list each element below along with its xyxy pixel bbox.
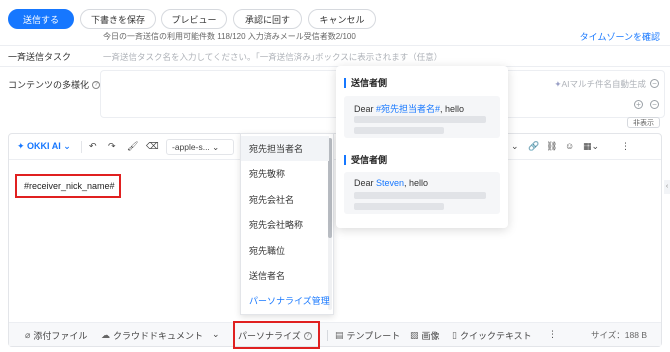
bulk-task-input[interactable]: 一斉送信タスク名を入力してください。｢一斉送信済み｣ボックスに表示されます（任意…	[103, 51, 442, 63]
paperclip-icon: ⌀	[25, 330, 31, 340]
dropdown-item[interactable]: 宛先会社略称	[241, 212, 329, 237]
dropdown-item[interactable]: 宛先会社名	[241, 187, 329, 212]
sender-side-title: 送信者側	[344, 78, 387, 88]
okki-ai-button[interactable]: ✦ OKKI AI ⌄	[17, 141, 71, 152]
format-painter-icon[interactable]: 🖌	[127, 141, 138, 152]
email-editor[interactable]: ✦ OKKI AI ⌄ ↶ ↷ 🖌 ⌫ -apple-s... ⌄ ⌄ 🔗 ⛓ …	[8, 133, 662, 347]
more-icon[interactable]: ⋮	[548, 329, 557, 340]
dropdown-item[interactable]: 宛先担当者名	[241, 136, 329, 161]
redo-icon[interactable]: ↷	[108, 141, 116, 152]
skeleton-line	[354, 116, 486, 123]
receiver-preview-card: Dear Steven, hello	[344, 172, 500, 214]
image-icon: ▨	[410, 330, 419, 340]
bulk-task-label: 一斉送信タスク	[8, 52, 72, 62]
help-icon[interactable]: ?	[92, 80, 101, 89]
skeleton-line	[354, 127, 444, 134]
chevron-down-icon: ⌄	[212, 142, 220, 152]
template-button[interactable]: ▤ テンプレート	[335, 329, 400, 342]
sparkle-icon: ✦	[17, 141, 28, 151]
unlink-icon[interactable]: ⛓	[546, 141, 557, 152]
dropdown-item[interactable]: 送信者名	[241, 263, 329, 288]
toolbar-divider	[81, 141, 82, 153]
clear-format-icon[interactable]: ⌫	[146, 141, 159, 152]
sender-preview-text: Dear #宛先担当者名#, hello	[354, 104, 465, 114]
dropdown-item[interactable]: 宛先敬称	[241, 161, 329, 186]
sender-preview-card: Dear #宛先担当者名#, hello	[344, 96, 500, 138]
receiver-nick-name-variable[interactable]: #receiver_nick_name#	[15, 174, 121, 198]
dropdown-item[interactable]: 宛先職位	[241, 238, 329, 263]
send-for-approval-button[interactable]: 承認に回す	[233, 9, 302, 29]
link-icon[interactable]: 🔗	[528, 141, 539, 152]
receiver-preview-text: Dear Steven, hello	[354, 178, 429, 188]
add-subject-icon[interactable]: +	[634, 100, 643, 109]
remove-subject-icon-2[interactable]: −	[650, 100, 659, 109]
divider	[0, 66, 670, 67]
table-icon[interactable]: ▦⌄	[583, 141, 599, 152]
collapse-arrow-icon[interactable]: ‹	[664, 180, 670, 194]
personalize-manage-link[interactable]: パーソナライズ管理	[241, 288, 330, 313]
font-family-select[interactable]: -apple-s... ⌄	[166, 139, 234, 155]
quick-text-button[interactable]: ▯ クイックテキスト	[452, 329, 532, 342]
quota-text: 今日の一斉送信の利用可能件数 118/120 入力済みメール受信者数2/100	[103, 32, 356, 41]
cloud-icon: ☁	[101, 330, 110, 340]
editor-bottom-bar: ⌀ 添付ファイル ☁ クラウドドキュメント ⌄ パーソナライズ? ▤ テンプレート ▨…	[9, 321, 661, 349]
email-size: サイズ：188 B	[591, 330, 647, 340]
receiver-side-title: 受信者側	[344, 155, 387, 165]
ai-subject-generate-button[interactable]: ✦AIマルチ件名自動生成	[554, 78, 646, 90]
undo-icon[interactable]: ↶	[89, 141, 97, 152]
timezone-link[interactable]: タイムゾーンを確認	[580, 30, 660, 43]
cloud-document-button[interactable]: ☁ クラウドドキュメント	[101, 329, 203, 342]
remove-subject-icon[interactable]: −	[650, 79, 659, 88]
chevron-down-icon: ⌄	[63, 141, 71, 151]
personalize-button[interactable]: パーソナライズ?	[238, 329, 312, 342]
action-bar: 送信する 下書きを保存 プレビュー 承認に回す キャンセル 今日の一斉送信の利用…	[0, 0, 670, 46]
attachment-button[interactable]: ⌀ 添付ファイル	[25, 329, 87, 342]
skeleton-line	[354, 192, 486, 199]
personalize-preview-popover: 送信者側 Dear #宛先担当者名#, hello 受信者側 Dear Stev…	[336, 66, 508, 228]
editor-toolbar: ✦ OKKI AI ⌄ ↶ ↷ 🖌 ⌫ -apple-s... ⌄ ⌄ 🔗 ⛓ …	[9, 134, 661, 160]
chevron-down-icon[interactable]: ⌄	[511, 141, 519, 152]
help-icon: ?	[303, 331, 312, 340]
preview-button[interactable]: プレビュー	[161, 9, 227, 29]
content-diversify-label: コンテンツの多様化 ?	[8, 78, 101, 91]
emoji-icon[interactable]: ☺	[565, 141, 574, 151]
chevron-down-icon[interactable]: ⌄	[212, 329, 220, 340]
quick-text-icon: ▯	[452, 330, 457, 340]
template-icon: ▤	[335, 330, 344, 340]
more-icon[interactable]: ⋮	[621, 141, 630, 152]
divider	[327, 330, 328, 341]
save-draft-button[interactable]: 下書きを保存	[80, 9, 156, 29]
send-button[interactable]: 送信する	[8, 9, 74, 29]
image-button[interactable]: ▨ 画像	[410, 329, 440, 342]
hide-toggle[interactable]: 非表示	[627, 117, 660, 128]
skeleton-line	[354, 203, 444, 210]
personalize-dropdown: 宛先担当者名 宛先敬称 宛先会社名 宛先会社略称 宛先職位 送信者名 パーソナラ…	[240, 133, 334, 315]
cancel-button[interactable]: キャンセル	[308, 9, 376, 29]
